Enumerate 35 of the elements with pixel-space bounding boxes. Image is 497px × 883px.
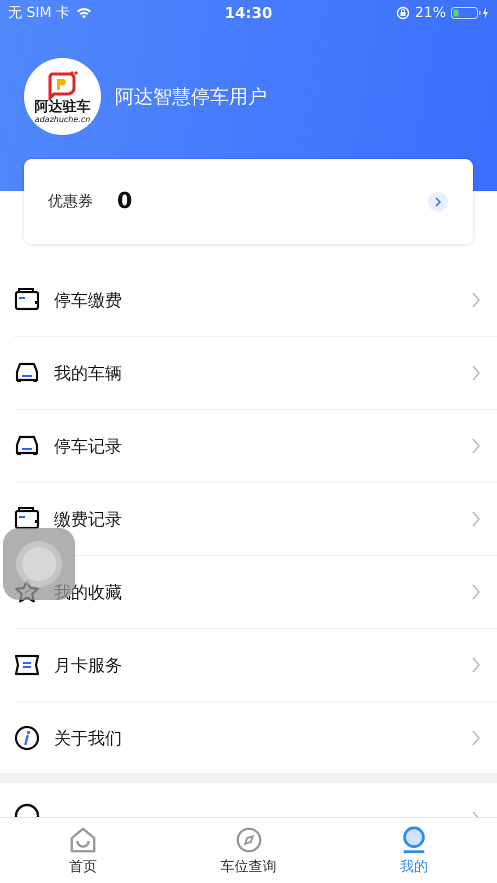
chevron-right-icon [471,584,481,600]
chevron-right-icon [471,730,481,746]
chevron-right-icon [471,438,481,454]
menu-item[interactable]: 月卡服务 [14,629,497,702]
logo-icon [46,70,80,100]
tab[interactable]: 车位查询 [166,818,332,883]
tab[interactable]: 首页 [0,818,166,883]
menu-item[interactable]: 停车记录 [14,410,497,483]
chevron-right-icon [471,811,481,817]
ticket-icon [14,652,40,678]
wifi-icon [76,6,92,18]
logo-text: 阿达驻车 [34,100,90,114]
chevron-right-icon [471,365,481,381]
coupon-card[interactable]: 优惠券 0 [24,159,473,244]
chevron-right-icon [471,292,481,308]
chevron-right-icon [471,511,481,527]
time-label: 14:30 [224,4,272,22]
coupon-count: 0 [117,189,134,214]
menu-item[interactable]: 停车缴费 [14,264,497,337]
user-name: 阿达智慧停车用户 [115,84,267,110]
coupon-label: 优惠券 [48,192,93,211]
chevron-right-icon [471,657,481,673]
logo-url: adazhuche.cn [34,114,90,124]
menu-item[interactable]: 关于我们 [14,702,497,774]
wallet-icon [14,287,40,313]
chevron-right-icon [427,190,449,212]
compass-icon [234,825,264,855]
carrier-label: 无 SIM 卡 [8,4,70,22]
menu-item[interactable]: 我的车辆 [14,337,497,410]
rotation-lock-icon [396,6,410,20]
battery-percent: 21% [414,4,446,20]
headset-icon [14,803,40,817]
home-icon [68,825,98,855]
info-icon [14,725,40,751]
battery-charging-icon [451,6,489,20]
